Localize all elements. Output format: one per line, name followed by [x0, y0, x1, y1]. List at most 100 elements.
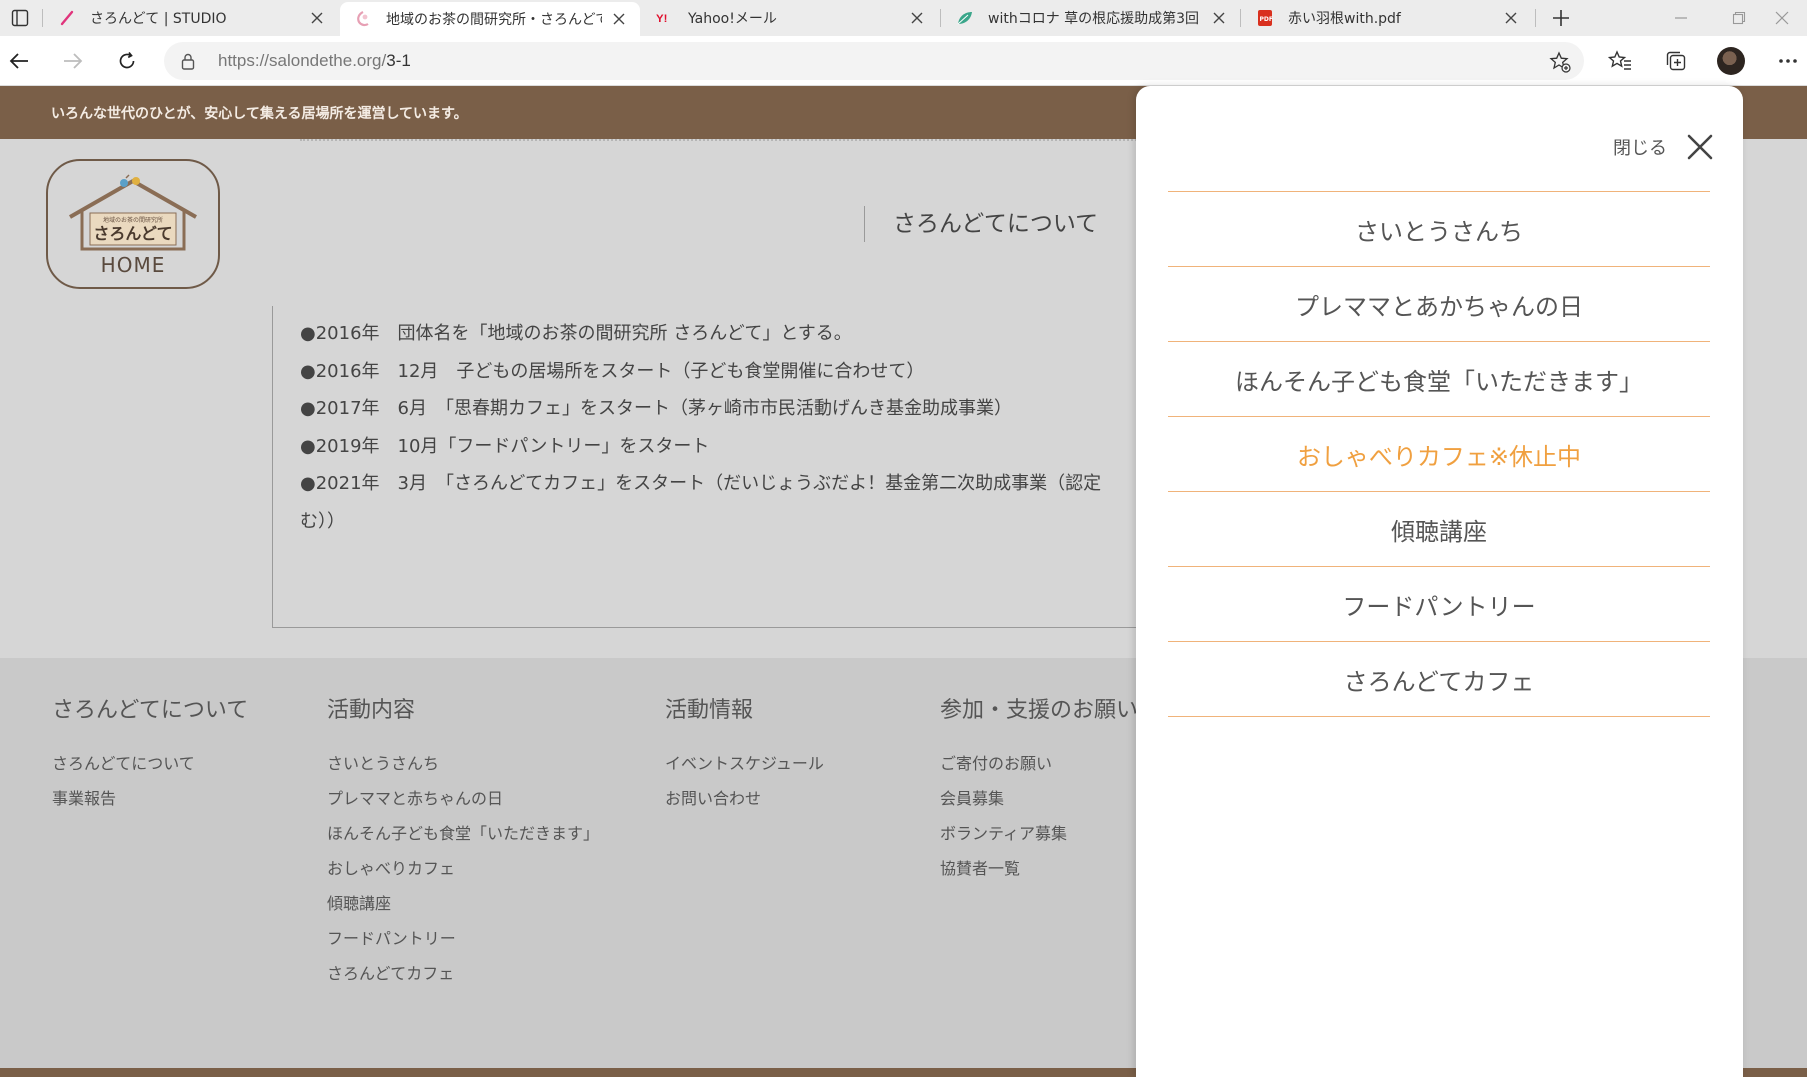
history-item: ●2016年 団体名を「地域のお茶の間研究所 さろんどて」とする。 — [300, 323, 852, 344]
url-host: https://salondethe.org/ — [218, 51, 387, 70]
saron-icon — [354, 10, 372, 28]
close-tab-icon[interactable] — [1502, 9, 1520, 27]
plus-icon — [1553, 10, 1569, 26]
close-menu-label: 閉じる — [1613, 138, 1667, 159]
back-button[interactable] — [2, 44, 36, 78]
tab-actions-button[interactable] — [0, 0, 40, 36]
history-item-continued: む）） — [300, 510, 345, 532]
studio-icon — [58, 9, 76, 27]
footer-column-info: 活動情報 イベントスケジュール お問い合わせ — [665, 692, 824, 816]
close-menu-button[interactable]: 閉じる — [1613, 134, 1713, 160]
tab-actions-icon — [11, 9, 29, 27]
close-tab-icon[interactable] — [610, 10, 628, 28]
refresh-button[interactable] — [110, 44, 144, 78]
menu-item-saitousanchi[interactable]: さいとうさんち — [1168, 192, 1710, 267]
collections-icon — [1666, 51, 1686, 71]
more-icon — [1779, 59, 1797, 63]
tab-withcorona[interactable]: withコロナ 草の根応援助成第3回 — [942, 0, 1240, 36]
tab-title: withコロナ 草の根応援助成第3回 — [988, 11, 1200, 27]
history-list-box: ●2016年 団体名を「地域のお茶の間研究所 さろんどて」とする。 ●2016年… — [272, 306, 1152, 628]
avatar — [1717, 47, 1745, 75]
new-tab-button[interactable] — [1546, 3, 1576, 33]
close-tab-icon[interactable] — [908, 9, 926, 27]
site-tagline: いろんな世代のひとが、安心して集える居場所を運営しています。 — [51, 106, 468, 122]
footer-link[interactable]: さいとうさんち — [327, 746, 599, 781]
tab-separator — [42, 9, 43, 27]
footer-link[interactable]: 事業報告 — [52, 781, 248, 816]
footer-link[interactable]: ご寄付のお願い — [940, 746, 1138, 781]
address-field[interactable]: https://salondethe.org/3-1 — [164, 42, 1584, 80]
menu-item-oshaberi-cafe[interactable]: おしゃべりカフェ※休止中 — [1168, 417, 1710, 492]
refresh-icon — [119, 51, 135, 69]
menu-item-food-pantry[interactable]: フードパントリー — [1168, 567, 1710, 642]
footer-column-activities: 活動内容 さいとうさんち プレママと赤ちゃんの日 ほんそん子ども食堂「いただきま… — [327, 692, 599, 991]
tab-studio[interactable]: さろんどて | STUDIO — [44, 0, 338, 36]
add-favorite-icon[interactable] — [1548, 50, 1572, 74]
close-window-icon — [1775, 11, 1788, 25]
footer-heading: 活動内容 — [327, 698, 416, 723]
favorites-icon — [1608, 50, 1631, 70]
footer-link[interactable]: ボランティア募集 — [940, 816, 1138, 851]
tab-pdf[interactable]: PDF 赤い羽根with.pdf — [1242, 0, 1532, 36]
url-text: https://salondethe.org/3-1 — [218, 51, 411, 71]
footer-link[interactable]: 会員募集 — [940, 781, 1138, 816]
url-path: 3-1 — [386, 51, 411, 70]
restore-icon — [1732, 11, 1746, 25]
nav-menu-list: さいとうさんち プレママとあかちゃんの日 ほんそん子ども食堂「いただきます」 お… — [1168, 191, 1710, 717]
yahoo-icon: Y! — [656, 9, 674, 27]
footer-link[interactable]: プレママと赤ちゃんの日 — [327, 781, 599, 816]
menu-item-keicho-koza[interactable]: 傾聴講座 — [1168, 492, 1710, 567]
tab-bar: さろんどて | STUDIO 地域のお茶の間研究所・さろんどて Y! Yahoo… — [0, 0, 1807, 36]
home-label: HOME — [100, 253, 166, 277]
footer-column-support: 参加・支援のお願い ご寄付のお願い 会員募集 ボランティア募集 協賛者一覧 — [940, 692, 1138, 886]
lock-icon — [178, 51, 198, 71]
history-item: ●2017年 6月 「思春期カフェ」をスタート（茅ヶ崎市市民活動げんき基金助成事… — [300, 398, 1012, 419]
tab-salondethe[interactable]: 地域のお茶の間研究所・さろんどて — [340, 2, 640, 36]
hidden-text-remnant — [300, 139, 1140, 144]
leaf-icon — [956, 9, 974, 27]
footer-link[interactable]: さろんどてカフェ — [327, 956, 599, 991]
svg-text:PDF: PDF — [1260, 16, 1273, 23]
address-toolbar: https://salondethe.org/3-1 — [0, 36, 1807, 86]
menu-item-premama[interactable]: プレママとあかちゃんの日 — [1168, 267, 1710, 342]
minimize-button[interactable] — [1652, 0, 1710, 36]
footer-link[interactable]: ほんそん子ども食堂「いただきます」 — [327, 816, 599, 851]
close-tab-icon[interactable] — [308, 9, 326, 27]
footer-link[interactable]: イベントスケジュール — [665, 746, 824, 781]
footer-heading: 参加・支援のお願い — [940, 698, 1139, 723]
tab-separator — [940, 9, 941, 27]
footer-link[interactable]: フードパントリー — [327, 921, 599, 956]
tab-yahoo-mail[interactable]: Y! Yahoo!メール — [642, 0, 938, 36]
forward-button[interactable] — [56, 44, 90, 78]
menu-item-kodomo-shokudo[interactable]: ほんそん子ども食堂「いただきます」 — [1168, 342, 1710, 417]
footer-column-about: さろんどてについて さろんどてについて 事業報告 — [52, 692, 248, 816]
menu-item-salon-cafe[interactable]: さろんどてカフェ — [1168, 642, 1710, 717]
logo-small-text: 地域のお茶の間研究所 — [103, 216, 163, 224]
footer-link[interactable]: 協賛者一覧 — [940, 851, 1138, 886]
close-window-button[interactable] — [1756, 0, 1807, 36]
history-item: ●2019年 10月「フードパントリー」をスタート — [300, 435, 710, 457]
minimize-icon — [1675, 17, 1687, 19]
tab-title: 赤い羽根with.pdf — [1288, 11, 1401, 27]
settings-more-button[interactable] — [1770, 44, 1806, 78]
footer-link[interactable]: おしゃべりカフェ — [327, 851, 599, 886]
forward-arrow-icon — [64, 53, 83, 69]
tab-title: Yahoo!メール — [688, 11, 777, 27]
tab-title: 地域のお茶の間研究所・さろんどて — [386, 12, 602, 28]
favorites-button[interactable] — [1602, 44, 1638, 78]
house-logo-icon: 地域のお茶の間研究所 さろんどて — [69, 174, 197, 251]
close-icon — [1687, 134, 1713, 160]
tab-separator — [1535, 9, 1536, 27]
footer-link[interactable]: 傾聴講座 — [327, 886, 599, 921]
footer-link[interactable]: さろんどてについて — [52, 746, 248, 781]
footer-heading: さろんどてについて — [52, 698, 249, 723]
footer-link[interactable]: お問い合わせ — [665, 781, 824, 816]
svg-text:Y!: Y! — [656, 13, 667, 25]
collections-button[interactable] — [1658, 44, 1694, 78]
home-logo-link[interactable]: 地域のお茶の間研究所 さろんどて HOME — [46, 159, 220, 289]
profile-button[interactable] — [1713, 44, 1749, 78]
history-item: ●2021年 3月 「さろんどてカフェ」をスタート（だいじょうぶだよ！基金第二次… — [300, 473, 1102, 494]
close-tab-icon[interactable] — [1210, 9, 1228, 27]
tab-separator — [1240, 9, 1241, 27]
pdf-icon: PDF — [1256, 9, 1274, 27]
